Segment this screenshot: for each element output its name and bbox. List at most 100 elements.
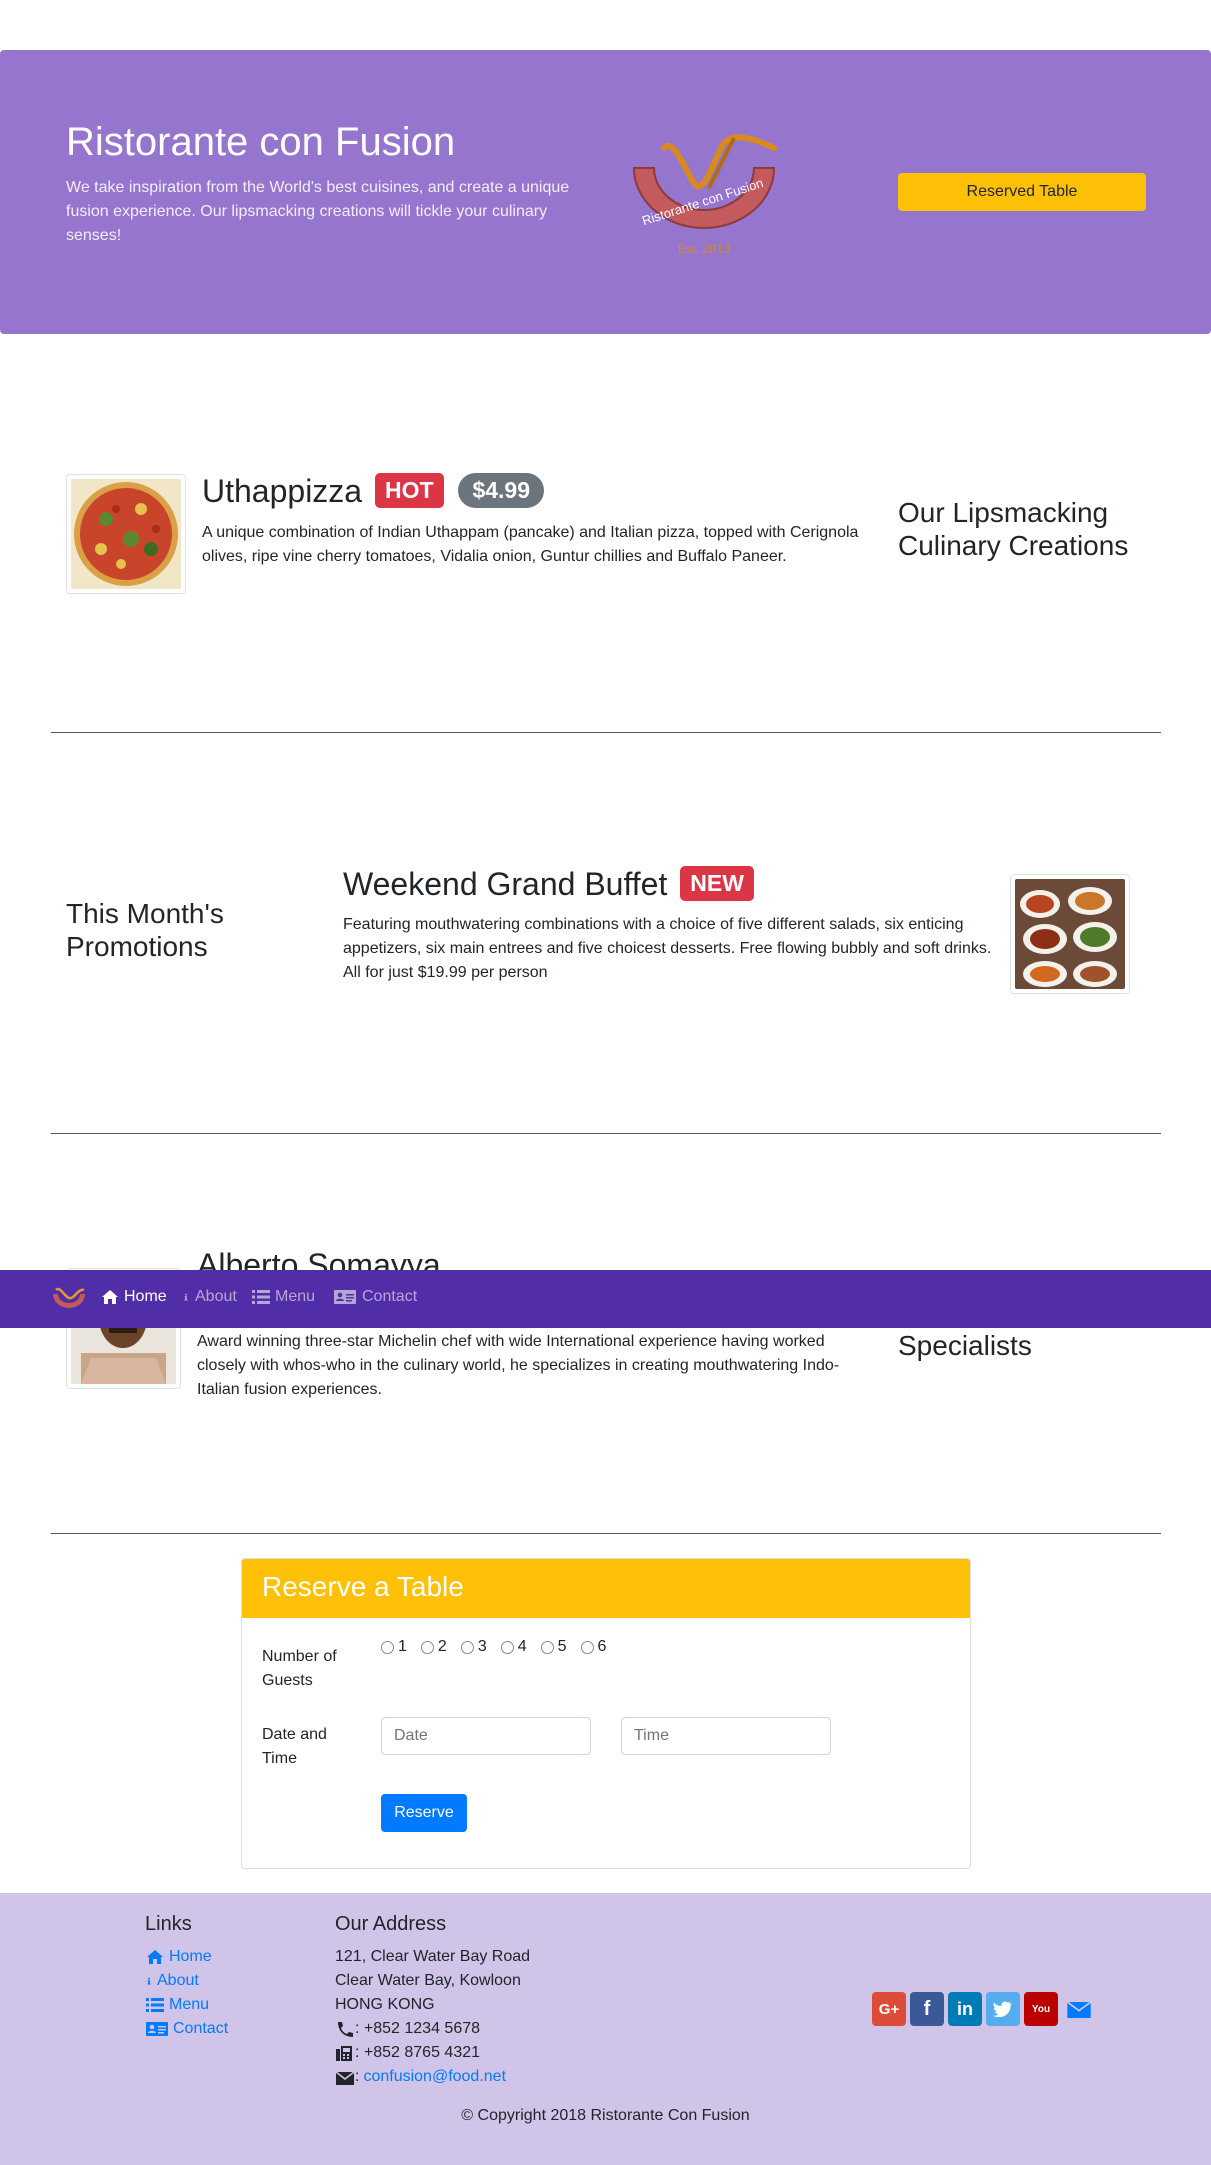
envelope-icon — [335, 2070, 355, 2085]
logo-est: Est. 2013 — [678, 242, 731, 257]
email-prefix: : — [355, 2068, 360, 2085]
home-icon — [102, 1290, 118, 1304]
info-icon — [184, 1293, 188, 1301]
guests-option-3[interactable]: 3 — [460, 1638, 487, 1656]
time-input[interactable] — [621, 1717, 831, 1755]
list-icon — [146, 1998, 164, 2012]
footer-link-home[interactable]: Home — [145, 1945, 228, 1969]
footer-link-contact[interactable]: Contact — [145, 2017, 228, 2041]
guests-radio-group: 1 2 3 4 5 6 — [381, 1638, 606, 1656]
fax-icon — [336, 2045, 352, 2061]
navbar: Home About Menu Contact — [0, 1270, 1211, 1328]
chef-description: Award winning three-star Michelin chef w… — [197, 1333, 840, 1398]
guests-option-4[interactable]: 4 — [500, 1638, 527, 1656]
dish-description: A unique combination of Indian Uthappam … — [202, 524, 859, 565]
restaurant-logo: Ristorante con Fusion Est. 2013 — [632, 134, 777, 257]
footer-address: 121, Clear Water Bay Road Clear Water Ba… — [335, 1945, 530, 2089]
restaurant-title: Ristorante con Fusion — [66, 120, 456, 164]
address-line: HONG KONG — [335, 1996, 435, 2013]
guests-option-label: 3 — [477, 1638, 487, 1655]
footer-link-label: Menu — [169, 1996, 210, 2013]
twitter-bird — [993, 2001, 1012, 2017]
promotion-image — [1010, 874, 1130, 994]
buffet-image — [1015, 879, 1125, 989]
footer-link-label: Home — [169, 1948, 212, 1965]
guests-option-2[interactable]: 2 — [420, 1638, 447, 1656]
nav-about[interactable]: About — [182, 1288, 237, 1306]
guests-option-label: 4 — [517, 1638, 527, 1655]
navbar-logo[interactable] — [50, 1284, 88, 1314]
social-links: G+ f in You — [872, 1992, 1096, 2026]
nav-about-label: About — [195, 1288, 237, 1305]
radio-button[interactable] — [420, 1640, 434, 1654]
guests-label: Number of Guests — [262, 1648, 337, 1689]
youtube-icon[interactable]: You — [1024, 1992, 1058, 2026]
reserve-submit-button[interactable]: Reserve — [381, 1794, 467, 1832]
twitter-icon[interactable] — [986, 1992, 1020, 2026]
address-heading: Our Address — [335, 1913, 447, 1935]
copyright: © Copyright 2018 Ristorante Con Fusion — [461, 2107, 750, 2124]
promotion-name: Weekend Grand Buffet — [343, 866, 668, 902]
phone-row: : +852 1234 5678 — [335, 2017, 530, 2041]
nav-contact[interactable]: Contact — [333, 1288, 417, 1306]
jumbotron: Ristorante con Fusion We take inspiratio… — [0, 50, 1211, 334]
dish-name: Uthappizza — [202, 473, 363, 509]
guests-option-1[interactable]: 1 — [381, 1638, 407, 1656]
email-link[interactable]: confusion@food.net — [363, 2065, 506, 2089]
address-card-icon — [146, 2022, 168, 2036]
guests-option-label: 2 — [437, 1638, 447, 1655]
radio-button[interactable] — [500, 1640, 514, 1654]
price-badge: $4.99 — [458, 473, 544, 509]
guests-option-label: 1 — [398, 1638, 407, 1655]
footer: Links Home About Menu Contact Our Addres… — [0, 1893, 1211, 2165]
linkedin-icon[interactable]: in — [948, 1992, 982, 2026]
radio-button[interactable] — [580, 1640, 594, 1654]
radio-button[interactable] — [381, 1640, 394, 1654]
divider — [51, 1533, 1161, 1534]
footer-link-label: Contact — [173, 2020, 229, 2037]
footer-link-about[interactable]: About — [145, 1969, 228, 1993]
home-icon — [147, 1950, 163, 1964]
phone-number: : +852 1234 5678 — [355, 2020, 481, 2037]
dish-image — [66, 474, 186, 594]
reserve-card-title: Reserve a Table — [242, 1559, 970, 1618]
footer-link-menu[interactable]: Menu — [145, 1993, 228, 2017]
email-row: : confusion@food.net — [335, 2065, 530, 2089]
mail-glyph — [1067, 2000, 1091, 2018]
links-heading: Links — [145, 1913, 192, 1935]
nav-home-label: Home — [124, 1288, 167, 1305]
nav-home[interactable]: Home — [101, 1288, 167, 1306]
phone-icon — [338, 2021, 353, 2037]
footer-links: Home About Menu Contact — [145, 1945, 228, 2041]
envelope-icon[interactable] — [1062, 1992, 1096, 2026]
reserve-card: Reserve a Table Number of Guests 1 2 3 4… — [241, 1558, 971, 1869]
address-card-icon — [334, 1290, 356, 1304]
promotions-heading: This Month's Promotions — [66, 898, 224, 962]
nav-menu-label: Menu — [275, 1288, 316, 1305]
address-line: Clear Water Bay, Kowloon — [335, 1972, 521, 1989]
facebook-icon[interactable]: f — [910, 1992, 944, 2026]
radio-button[interactable] — [460, 1640, 474, 1654]
guests-option-label: 6 — [597, 1638, 607, 1655]
restaurant-intro: We take inspiration from the World's bes… — [66, 179, 570, 244]
radio-button[interactable] — [540, 1640, 554, 1654]
fax-number: : +852 8765 4321 — [355, 2044, 481, 2061]
nav-contact-label: Contact — [362, 1288, 418, 1305]
date-input[interactable] — [381, 1717, 591, 1755]
footer-link-label: About — [157, 1972, 199, 1989]
google-plus-icon[interactable]: G+ — [872, 1992, 906, 2026]
hot-badge: HOT — [374, 473, 444, 509]
nav-menu[interactable]: Menu — [252, 1288, 315, 1306]
promotion-heading: Weekend Grand Buffet NEW — [343, 866, 754, 904]
fax-row: : +852 8765 4321 — [335, 2041, 530, 2065]
guests-option-6[interactable]: 6 — [580, 1638, 607, 1656]
guests-option-label: 5 — [557, 1638, 567, 1655]
reserve-table-button[interactable]: Reserved Table — [898, 173, 1146, 211]
datetime-label: Date and Time — [262, 1726, 327, 1767]
guests-option-5[interactable]: 5 — [540, 1638, 567, 1656]
divider — [51, 732, 1161, 733]
promotion-description: Featuring mouthwatering combinations wit… — [343, 916, 992, 981]
info-icon — [147, 1977, 151, 1985]
dish-heading: Uthappizza HOT $4.99 — [202, 473, 544, 511]
specialists-heading: Specialists — [898, 1330, 1032, 1361]
